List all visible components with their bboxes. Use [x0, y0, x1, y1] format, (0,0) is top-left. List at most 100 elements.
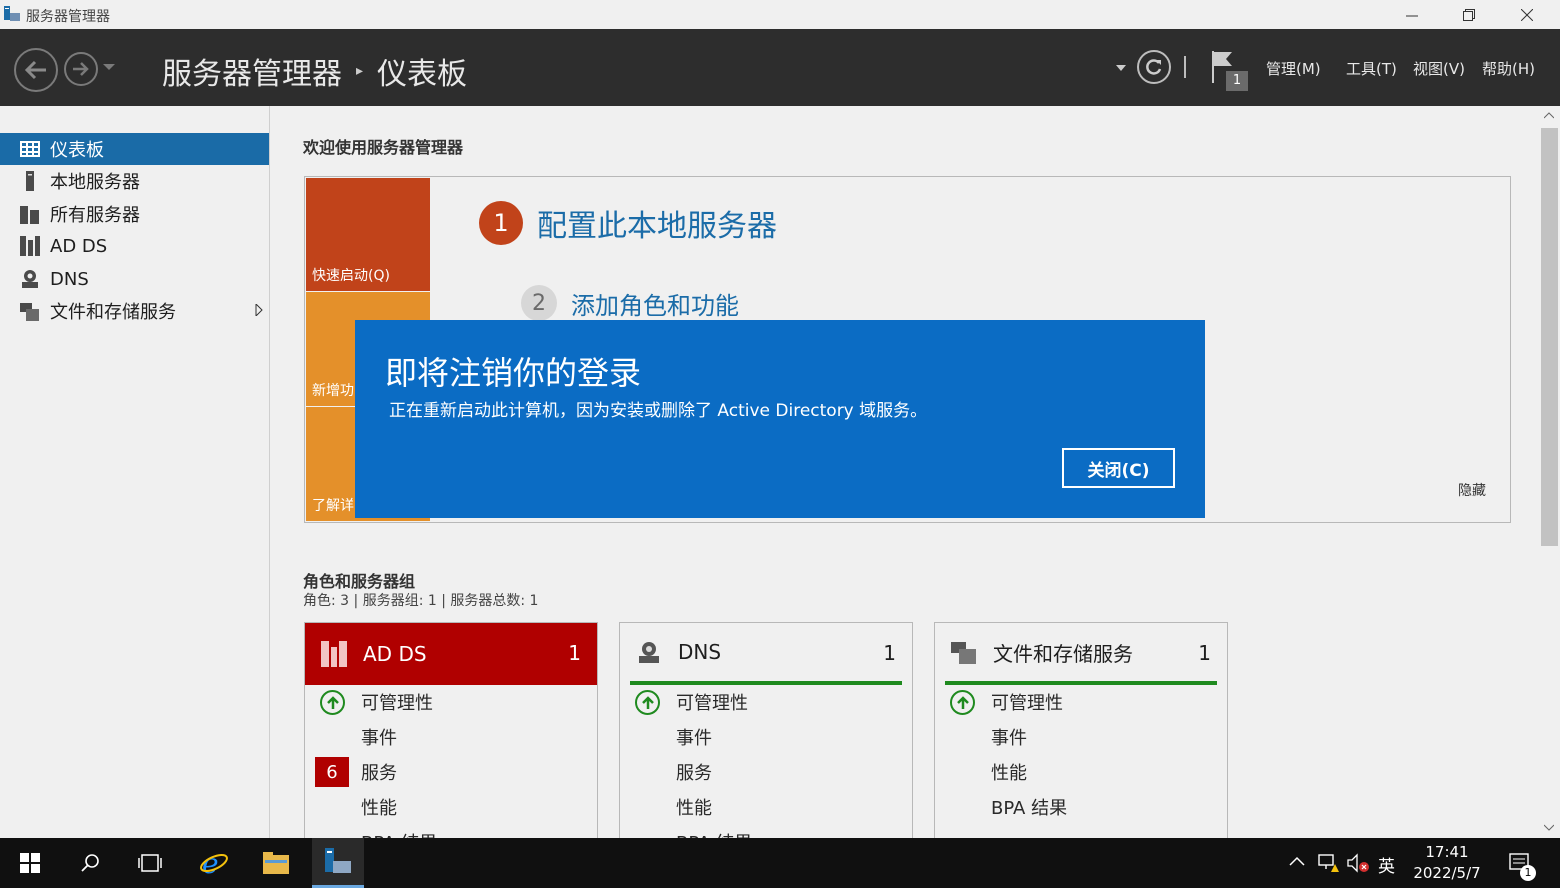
whats-new-label: 新增功 [312, 383, 354, 399]
card-row-bpa[interactable]: BPA 结果 [305, 827, 597, 838]
card-row-label: 事件 [361, 728, 397, 749]
search-button[interactable] [64, 838, 116, 888]
page-title: 仪表板 [377, 57, 468, 92]
refresh-button[interactable] [1137, 50, 1171, 84]
server-icon [20, 171, 40, 191]
role-card-file-storage[interactable]: 文件和存储服务 1 可管理性 事件 性能 BPA 结果 [934, 622, 1228, 838]
sidebar-item-adds[interactable]: AD DS [0, 230, 269, 262]
hide-welcome-link[interactable]: 隐藏 [1458, 480, 1486, 500]
card-row-manageability[interactable]: 可管理性 [620, 687, 912, 717]
action-center-button[interactable]: 1 [1500, 838, 1540, 888]
close-window-button[interactable] [1498, 0, 1556, 29]
task-view-icon [138, 854, 162, 872]
card-row-services[interactable]: 6 服务 [305, 757, 597, 787]
history-dropdown-icon[interactable] [103, 64, 115, 72]
sidebar: 仪表板 本地服务器 所有服务器 AD DS DNS 文件和存储服务 [0, 106, 270, 838]
menu-tools[interactable]: 工具(T) [1346, 58, 1397, 79]
add-roles-step[interactable]: 2 添加角色和功能 [521, 285, 739, 321]
sidebar-item-file-storage[interactable]: 文件和存储服务 [0, 295, 269, 327]
role-card-header[interactable]: DNS 1 [630, 623, 902, 685]
configure-local-server-step[interactable]: 1 配置此本地服务器 [479, 201, 777, 245]
input-method-indicator[interactable]: 英 [1378, 852, 1395, 877]
card-row-services[interactable]: 服务 [620, 757, 912, 787]
sidebar-item-local-server[interactable]: 本地服务器 [0, 165, 269, 197]
sidebar-item-label: DNS [50, 268, 89, 290]
chevron-right-icon[interactable] [255, 304, 263, 316]
configure-local-server-link[interactable]: 配置此本地服务器 [537, 201, 777, 245]
start-button[interactable] [0, 838, 60, 888]
learn-more-label: 了解详 [312, 498, 354, 514]
scroll-down-icon[interactable] [1544, 824, 1554, 831]
close-dialog-button[interactable]: 关闭(C) [1062, 448, 1175, 488]
role-card-header[interactable]: 文件和存储服务 1 [945, 623, 1217, 685]
card-row-performance[interactable]: 性能 [620, 792, 912, 822]
window-title: 服务器管理器 [26, 9, 110, 25]
status-ok-icon [950, 690, 975, 715]
clock-time: 17:41 [1425, 843, 1469, 861]
dns-icon [20, 269, 40, 289]
back-button[interactable] [14, 48, 58, 92]
role-card-dns[interactable]: DNS 1 可管理性 事件 服务 性能 BPA 结果 [619, 622, 913, 838]
system-clock[interactable]: 17:41 2022/5/7 [1405, 842, 1489, 884]
window-titlebar: 服务器管理器 [0, 0, 1560, 29]
role-card-count: 1 [1198, 641, 1211, 665]
forward-button[interactable] [64, 52, 98, 86]
restore-button[interactable] [1440, 0, 1498, 29]
card-row-bpa[interactable]: BPA 结果 [620, 827, 912, 838]
quick-start-tile[interactable]: 快速启动(Q) [306, 178, 430, 291]
minimize-button[interactable] [1383, 0, 1441, 29]
vertical-scrollbar[interactable] [1539, 106, 1560, 838]
scroll-up-icon[interactable] [1544, 112, 1554, 119]
volume-muted-icon[interactable] [1347, 853, 1371, 873]
role-card-header[interactable]: AD DS 1 [305, 623, 597, 685]
sidebar-item-label: 文件和存储服务 [50, 302, 176, 323]
scrollbar-thumb[interactable] [1541, 128, 1558, 546]
header-bar: 服务器管理器 ▸ 仪表板 1 管理(M) 工具(T) 视图(V) 帮助(H) [0, 29, 1560, 106]
header-divider [1184, 56, 1186, 78]
card-row-label: 可管理性 [361, 693, 433, 714]
add-roles-link[interactable]: 添加角色和功能 [571, 286, 739, 321]
card-row-bpa[interactable]: BPA 结果 [935, 792, 1227, 822]
role-card-adds[interactable]: AD DS 1 可管理性 事件 6 服务 性能 BPA 结果 [304, 622, 598, 838]
sidebar-item-label: 仪表板 [50, 140, 104, 161]
breadcrumb-app[interactable]: 服务器管理器 [162, 49, 342, 93]
card-row-label: 性能 [991, 763, 1027, 784]
file-storage-icon [951, 639, 977, 665]
card-row-events[interactable]: 事件 [935, 722, 1227, 752]
file-storage-icon [20, 301, 40, 321]
task-view-button[interactable] [124, 838, 176, 888]
dialog-title: 即将注销你的登录 [385, 354, 642, 392]
internet-explorer-button[interactable]: e [188, 838, 240, 888]
restore-icon [1463, 8, 1475, 21]
network-warning-icon[interactable] [1318, 853, 1340, 873]
refresh-icon [1146, 59, 1162, 75]
clock-date: 2022/5/7 [1413, 864, 1481, 882]
card-row-label: 事件 [991, 728, 1027, 749]
arrow-right-icon [73, 62, 89, 76]
menu-manage[interactable]: 管理(M) [1266, 58, 1321, 79]
role-card-name: AD DS [363, 642, 427, 666]
chevron-down-icon[interactable] [1116, 65, 1126, 72]
menu-view[interactable]: 视图(V) [1413, 58, 1465, 79]
search-icon [81, 854, 99, 872]
file-explorer-button[interactable] [250, 838, 302, 888]
quick-start-label: 快速启动(Q) [312, 268, 390, 284]
close-icon [1521, 8, 1533, 21]
menu-help[interactable]: 帮助(H) [1482, 58, 1535, 79]
chevron-up-icon[interactable] [1289, 856, 1305, 866]
sidebar-item-all-servers[interactable]: 所有服务器 [0, 198, 269, 230]
role-card-name: DNS [678, 640, 722, 664]
card-row-events[interactable]: 事件 [620, 722, 912, 752]
server-manager-taskbar-button[interactable] [312, 838, 364, 888]
sidebar-item-label: 所有服务器 [50, 205, 140, 226]
sidebar-item-dashboard[interactable]: 仪表板 [0, 133, 269, 165]
card-row-events[interactable]: 事件 [305, 722, 597, 752]
card-row-performance[interactable]: 性能 [935, 757, 1227, 787]
card-row-manageability[interactable]: 可管理性 [935, 687, 1227, 717]
sidebar-item-dns[interactable]: DNS [0, 263, 269, 295]
error-count-badge: 6 [315, 757, 349, 787]
step-number-badge: 1 [479, 201, 523, 245]
role-card-count: 1 [568, 641, 581, 665]
card-row-performance[interactable]: 性能 [305, 792, 597, 822]
card-row-manageability[interactable]: 可管理性 [305, 687, 597, 717]
